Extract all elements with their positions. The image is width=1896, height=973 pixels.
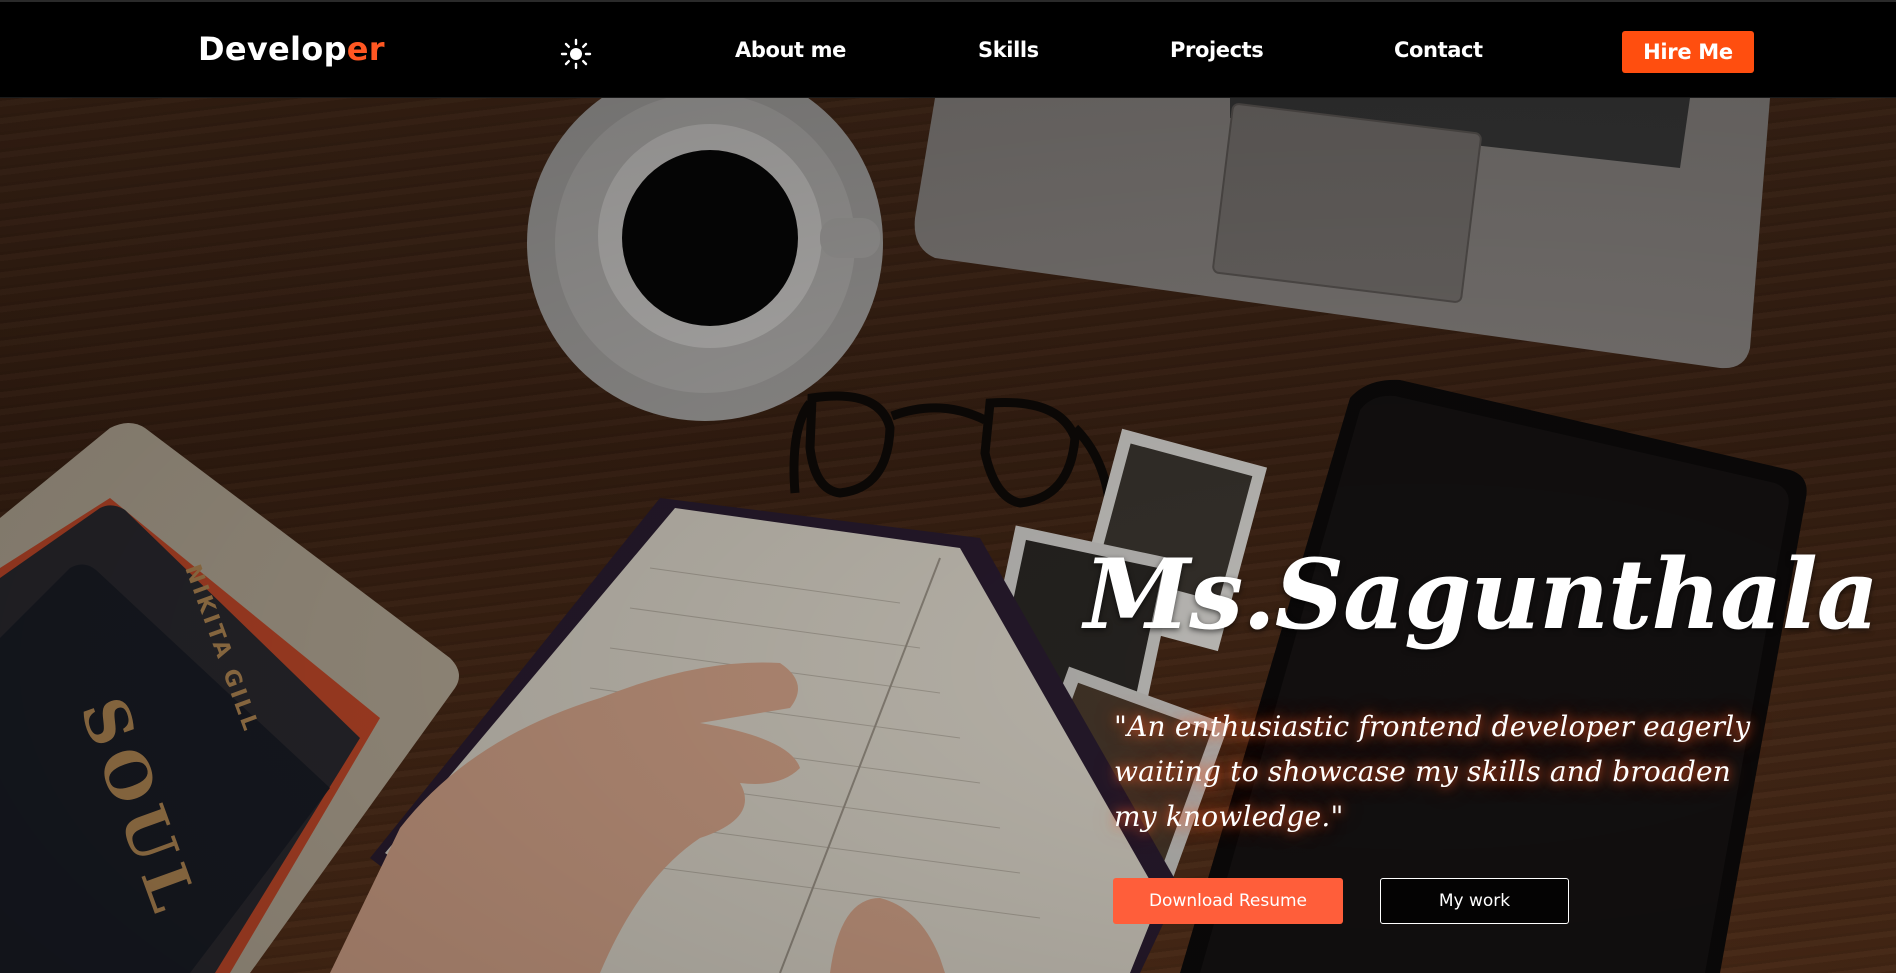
my-work-button[interactable]: My work	[1380, 878, 1569, 924]
brand-accent: er	[346, 30, 385, 68]
sun-icon[interactable]	[560, 38, 592, 70]
hero-dark-overlay	[0, 98, 1896, 973]
hire-me-button[interactable]: Hire Me	[1622, 31, 1754, 73]
portfolio-page: Developer About me Skills Projects Conta…	[0, 0, 1896, 973]
nav-link-contact[interactable]: Contact	[1394, 38, 1483, 62]
hero-quote: "An enthusiastic frontend developer eage…	[1114, 710, 1751, 833]
brand-prefix: Develop	[198, 30, 347, 68]
nav-link-about[interactable]: About me	[735, 38, 846, 62]
brand-logo[interactable]: Developer	[198, 30, 385, 68]
navbar: Developer About me Skills Projects Conta…	[0, 0, 1896, 98]
download-resume-button[interactable]: Download Resume	[1113, 878, 1343, 924]
nav-link-skills[interactable]: Skills	[978, 38, 1039, 62]
nav-link-projects[interactable]: Projects	[1170, 38, 1264, 62]
hero-section: SOUL NIKITA GILL Ms.Sagunthala "An enthu…	[0, 98, 1896, 973]
hero-name: Ms.Sagunthala	[1084, 538, 1879, 651]
